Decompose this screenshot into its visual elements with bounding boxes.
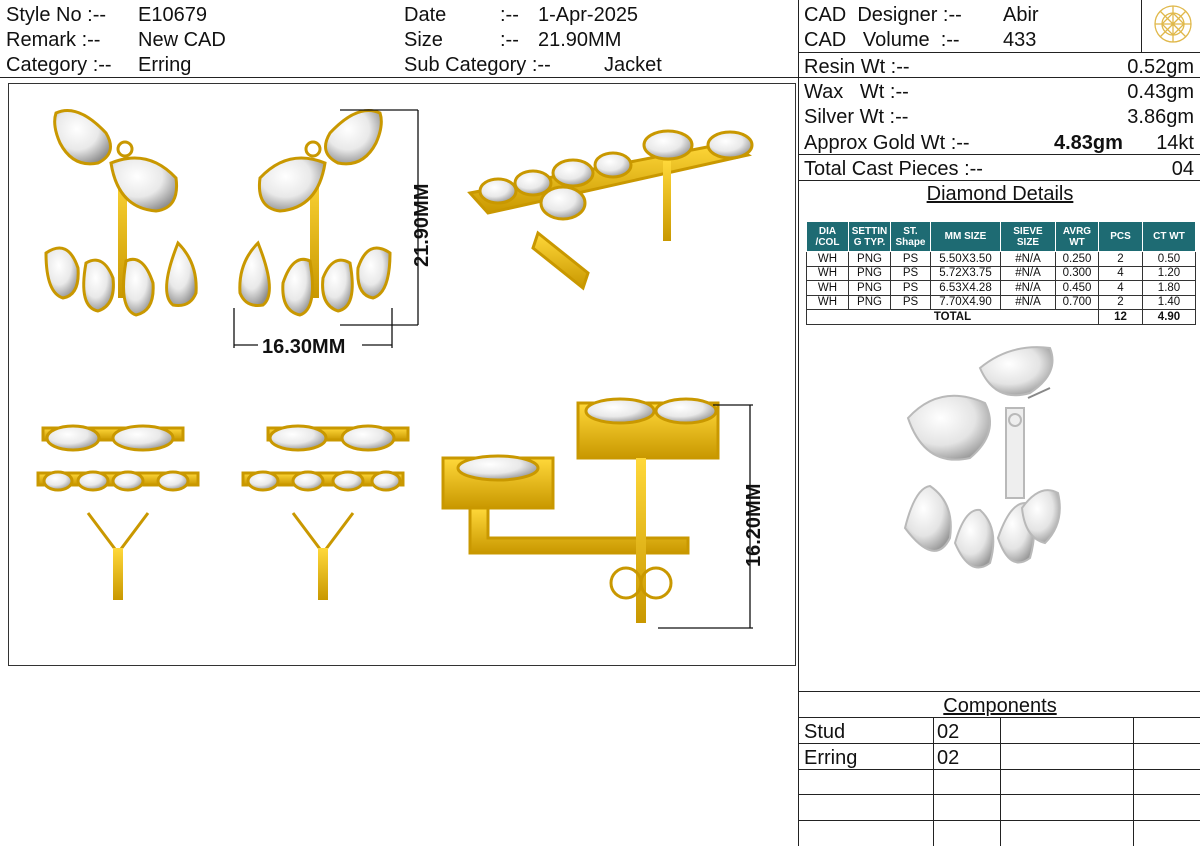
cell: #N/A bbox=[1000, 294, 1056, 310]
perspective-view bbox=[467, 129, 754, 291]
cell: PS bbox=[890, 251, 931, 267]
front-view-right bbox=[238, 109, 392, 317]
total-label: TOTAL bbox=[806, 309, 1099, 325]
table-row: WH PNG PS 7.70X4.90 #N/A 0.700 2 1.40 bbox=[806, 294, 1196, 310]
col-mm-size: MM SIZE bbox=[930, 221, 1001, 252]
side-profile-view bbox=[441, 397, 720, 623]
cell: PNG bbox=[848, 280, 891, 296]
cell: 0.250 bbox=[1055, 251, 1099, 267]
resin-wt-label: Resin Wt :-- bbox=[804, 56, 910, 78]
total-ct: 4.90 bbox=[1142, 309, 1196, 325]
wax-wt-label: Wax Wt :-- bbox=[804, 81, 909, 103]
cell: 0.50 bbox=[1142, 251, 1196, 267]
remark-label: Remark :-- bbox=[6, 29, 101, 51]
cell: 1.40 bbox=[1142, 294, 1196, 310]
col-pcs: PCS bbox=[1098, 221, 1143, 252]
gold-wt-value: 4.83gm bbox=[1054, 132, 1123, 154]
bottom-view-left bbox=[36, 424, 200, 600]
category-label: Category :-- bbox=[6, 54, 112, 76]
cell: 1.80 bbox=[1142, 280, 1196, 296]
diamond-details-title: Diamond Details bbox=[926, 183, 1074, 205]
cell: PNG bbox=[848, 251, 891, 267]
height-side-label: 16.20MM bbox=[743, 484, 765, 567]
sub-category-value: Jacket bbox=[604, 54, 662, 76]
table-row: WH PNG PS 5.72X3.75 #N/A 0.300 4 1.20 bbox=[806, 265, 1196, 281]
wax-wt-value: 0.43gm bbox=[1127, 81, 1194, 103]
cell: 5.72X3.75 bbox=[930, 265, 1001, 281]
cad-volume-label: CAD Volume :-- bbox=[804, 29, 960, 51]
cell: #N/A bbox=[1000, 251, 1056, 267]
cell: 5.50X3.50 bbox=[930, 251, 1001, 267]
remark-value: New CAD bbox=[138, 29, 226, 51]
cell: 7.70X4.90 bbox=[930, 294, 1001, 310]
cad-designer-value: Abir bbox=[1003, 4, 1039, 26]
size-value: 21.90MM bbox=[538, 29, 622, 51]
style-no-label: Style No :-- bbox=[6, 4, 107, 26]
silver-wt-label: Silver Wt :-- bbox=[804, 106, 909, 128]
width-front-label: 16.30MM bbox=[262, 336, 345, 358]
cell: 6.53X4.28 bbox=[930, 280, 1001, 296]
diamond-details-table: DIA /COL SETTIN G TYP. ST. Shape MM SIZE… bbox=[806, 221, 1196, 325]
cell: PS bbox=[890, 280, 931, 296]
cell: #N/A bbox=[1000, 265, 1056, 281]
col-setting: SETTIN G TYP. bbox=[848, 221, 891, 252]
render-preview-image bbox=[903, 346, 1061, 569]
height-front-label: 21.90MM bbox=[411, 184, 433, 267]
style-no-value: E10679 bbox=[138, 4, 207, 26]
table-row: WH PNG PS 5.50X3.50 #N/A 0.250 2 0.50 bbox=[806, 251, 1196, 267]
size-sep: :-- bbox=[500, 29, 519, 51]
silver-wt-value: 3.86gm bbox=[1127, 106, 1194, 128]
date-label: Date bbox=[404, 4, 447, 26]
col-dia: DIA /COL bbox=[806, 221, 849, 252]
table-row: WH PNG PS 6.53X4.28 #N/A 0.450 4 1.80 bbox=[806, 280, 1196, 296]
cell: 1.20 bbox=[1142, 265, 1196, 281]
resin-wt-value: 0.52gm bbox=[1127, 56, 1194, 78]
col-sieve: SIEVE SIZE bbox=[1000, 221, 1056, 252]
component-stud-label: Stud bbox=[804, 721, 846, 743]
cast-pieces-value: 04 bbox=[1171, 158, 1194, 180]
cell: 4 bbox=[1098, 280, 1143, 296]
cell: PS bbox=[890, 294, 931, 310]
col-avg-wt: AVRG WT bbox=[1055, 221, 1099, 252]
col-shape: ST. Shape bbox=[890, 221, 931, 252]
cell: PS bbox=[890, 265, 931, 281]
bottom-view-right bbox=[241, 424, 410, 600]
component-erring-label: Erring bbox=[804, 747, 858, 769]
cell: WH bbox=[806, 265, 849, 281]
front-view-left bbox=[44, 109, 198, 317]
diamond-table-header: DIA /COL SETTIN G TYP. ST. Shape MM SIZE… bbox=[806, 221, 1196, 252]
category-value: Erring bbox=[138, 54, 192, 76]
sub-category-label: Sub Category :-- bbox=[404, 54, 551, 76]
cell: 4 bbox=[1098, 265, 1143, 281]
cell: 2 bbox=[1098, 251, 1143, 267]
cell: 0.700 bbox=[1055, 294, 1099, 310]
cell: PNG bbox=[848, 294, 891, 310]
cell: 0.300 bbox=[1055, 265, 1099, 281]
cell: WH bbox=[806, 251, 849, 267]
component-erring-qty: 02 bbox=[937, 747, 960, 769]
col-ct-wt: CT WT bbox=[1142, 221, 1196, 252]
cell: PNG bbox=[848, 265, 891, 281]
gold-karat: 14kt bbox=[1156, 132, 1194, 154]
cell: WH bbox=[806, 294, 849, 310]
cell: 0.450 bbox=[1055, 280, 1099, 296]
total-pcs: 12 bbox=[1098, 309, 1143, 325]
table-total-row: TOTAL 12 4.90 bbox=[806, 309, 1196, 325]
date-sep: :-- bbox=[500, 4, 519, 26]
size-label: Size bbox=[404, 29, 443, 51]
component-stud-qty: 02 bbox=[937, 721, 960, 743]
cell: 2 bbox=[1098, 294, 1143, 310]
components-title: Components bbox=[943, 695, 1057, 717]
cad-views: 21.90MM 16.30MM 16.20MM bbox=[36, 109, 765, 629]
date-value: 1-Apr-2025 bbox=[538, 4, 639, 26]
cast-pieces-label: Total Cast Pieces :-- bbox=[804, 158, 983, 180]
brand-logo-icon bbox=[1154, 5, 1192, 43]
cad-designer-label: CAD Designer :-- bbox=[804, 4, 962, 26]
cell: #N/A bbox=[1000, 280, 1056, 296]
gold-wt-label: Approx Gold Wt :-- bbox=[804, 132, 970, 154]
cad-volume-value: 433 bbox=[1003, 29, 1037, 51]
cell: WH bbox=[806, 280, 849, 296]
